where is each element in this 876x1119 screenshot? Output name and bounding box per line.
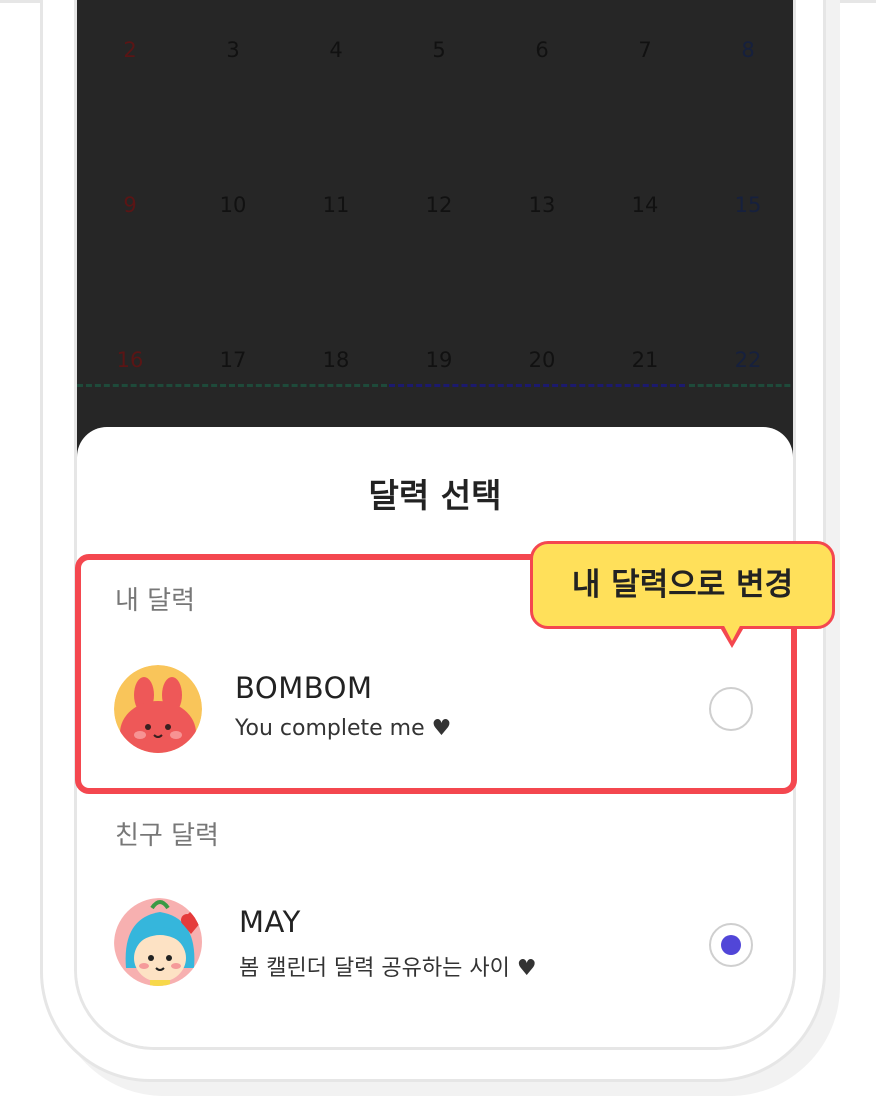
calendar-day[interactable]: 9 — [100, 193, 160, 217]
friend-calendar-radio[interactable] — [709, 923, 753, 967]
tooltip-tail-fill — [722, 622, 742, 641]
sheet-title: 달력 선택 — [368, 476, 502, 515]
phone-screen: 2 3 4 5 6 7 8 9 10 11 12 13 14 15 16 17 … — [74, 0, 796, 1050]
calendar-day[interactable]: 10 — [203, 193, 263, 217]
calendar-day[interactable]: 7 — [615, 38, 675, 62]
calendar-week-1: 2 3 4 5 6 7 8 — [77, 38, 793, 78]
change-to-my-calendar-tooltip: 내 달력으로 변경 — [530, 541, 835, 629]
friend-calendar-description: 봄 캘린더 달력 공유하는 사이 ♥ — [239, 956, 537, 981]
calendar-day[interactable]: 12 — [409, 193, 469, 217]
calendar-day[interactable]: 15 — [718, 193, 778, 217]
calendar-day[interactable]: 20 — [512, 348, 572, 372]
calendar-event-bar[interactable] — [689, 384, 793, 387]
calendar-day[interactable]: 18 — [306, 348, 366, 372]
calendar-day[interactable]: 3 — [203, 38, 263, 62]
calendar-day[interactable]: 14 — [615, 193, 675, 217]
calendar-day[interactable]: 6 — [512, 38, 572, 62]
calendar-day[interactable]: 13 — [512, 193, 572, 217]
calendar-day[interactable]: 5 — [409, 38, 469, 62]
friend-calendar-item[interactable]: MAY 봄 캘린더 달력 공유하는 사이 ♥ — [0, 898, 876, 998]
may-avatar — [114, 898, 202, 986]
radio-selected-dot — [721, 935, 741, 955]
calendar-event-bar[interactable] — [77, 384, 387, 387]
calendar-day[interactable]: 4 — [306, 38, 366, 62]
friend-calendar-section-label: 친구 달력 — [115, 821, 219, 851]
calendar-day[interactable]: 2 — [100, 38, 160, 62]
friend-calendar-name: MAY — [239, 905, 301, 939]
calendar-day[interactable]: 16 — [100, 348, 160, 372]
calendar-week-2: 9 10 11 12 13 14 15 — [77, 193, 793, 233]
calendar-background: 2 3 4 5 6 7 8 9 10 11 12 13 14 15 16 17 … — [77, 0, 793, 480]
calendar-day[interactable]: 17 — [203, 348, 263, 372]
calendar-day[interactable]: 21 — [615, 348, 675, 372]
calendar-event-bar[interactable] — [389, 384, 685, 387]
calendar-day[interactable]: 11 — [306, 193, 366, 217]
calendar-week-3: 16 17 18 19 20 21 22 — [77, 348, 793, 388]
calendar-day[interactable]: 8 — [718, 38, 778, 62]
calendar-day[interactable]: 22 — [718, 348, 778, 372]
calendar-day[interactable]: 19 — [409, 348, 469, 372]
